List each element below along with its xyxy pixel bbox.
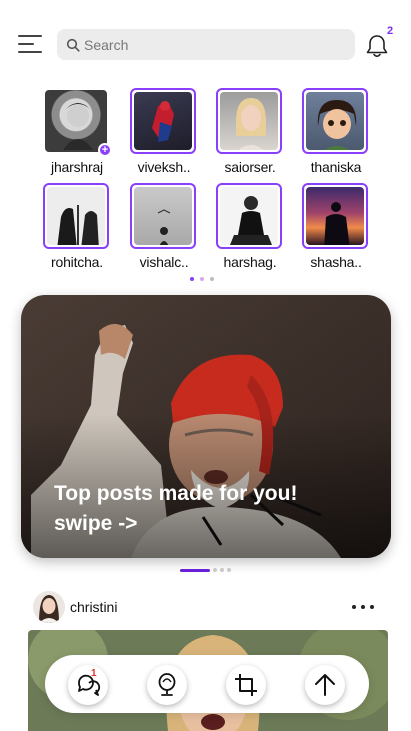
search-input[interactable] bbox=[84, 36, 334, 53]
add-story-icon[interactable]: + bbox=[98, 143, 112, 157]
nav-microphone-button[interactable] bbox=[147, 665, 187, 705]
story-thumbnail bbox=[302, 88, 368, 154]
chat-bubbles-icon bbox=[78, 674, 101, 696]
nav-crop-button[interactable] bbox=[226, 665, 266, 705]
story-item[interactable]: + jharshraj bbox=[43, 88, 112, 175]
arrow-up-icon bbox=[315, 674, 335, 696]
top-bar: 2 bbox=[0, 0, 411, 88]
story-username: thaniska bbox=[310, 159, 362, 175]
story-item[interactable]: saiorser. bbox=[216, 88, 284, 175]
story-username: vishalc.. bbox=[139, 254, 189, 270]
story-thumbnail bbox=[216, 88, 282, 154]
story-username: jharshraj bbox=[51, 159, 103, 175]
nav-chat-button[interactable] bbox=[68, 665, 108, 705]
avatar[interactable] bbox=[33, 591, 65, 623]
bottom-navigation: 1 bbox=[45, 655, 369, 713]
story-item[interactable]: shasha.. bbox=[302, 183, 370, 270]
top-posts-card[interactable]: Top posts made for you! swipe -> bbox=[21, 295, 391, 558]
hero-page-indicator bbox=[180, 568, 231, 572]
story-thumbnail bbox=[130, 88, 196, 154]
story-username: harshag. bbox=[223, 254, 277, 270]
more-options-icon[interactable] bbox=[352, 605, 374, 609]
hero-caption: Top posts made for you! swipe -> bbox=[54, 482, 298, 535]
story-item[interactable]: vishalc.. bbox=[130, 183, 198, 270]
story-thumbnail bbox=[216, 183, 282, 249]
hamburger-menu-icon[interactable] bbox=[18, 34, 44, 54]
post-header: christini bbox=[33, 591, 378, 623]
chat-badge: 1 bbox=[91, 668, 97, 679]
story-item[interactable]: thaniska bbox=[302, 88, 370, 175]
search-bar[interactable] bbox=[57, 29, 355, 60]
story-thumbnail bbox=[130, 183, 196, 249]
story-thumbnail: + bbox=[43, 88, 112, 157]
story-username: rohitcha. bbox=[51, 254, 103, 270]
story-thumbnail bbox=[302, 183, 368, 249]
search-icon bbox=[66, 38, 80, 52]
story-item[interactable]: harshag. bbox=[216, 183, 284, 270]
story-thumbnail bbox=[43, 183, 109, 249]
microphone-icon bbox=[158, 673, 176, 696]
story-username: saiorser. bbox=[224, 159, 276, 175]
stories-page-indicator bbox=[190, 277, 214, 281]
story-username: viveksh.. bbox=[137, 159, 191, 175]
notification-count-badge: 2 bbox=[387, 25, 394, 37]
nav-upload-button[interactable] bbox=[305, 665, 345, 705]
post-username[interactable]: christini bbox=[70, 599, 117, 615]
crop-icon bbox=[235, 674, 257, 696]
story-item[interactable]: rohitcha. bbox=[43, 183, 111, 270]
story-item[interactable]: viveksh.. bbox=[130, 88, 198, 175]
story-username: shasha.. bbox=[310, 254, 362, 270]
